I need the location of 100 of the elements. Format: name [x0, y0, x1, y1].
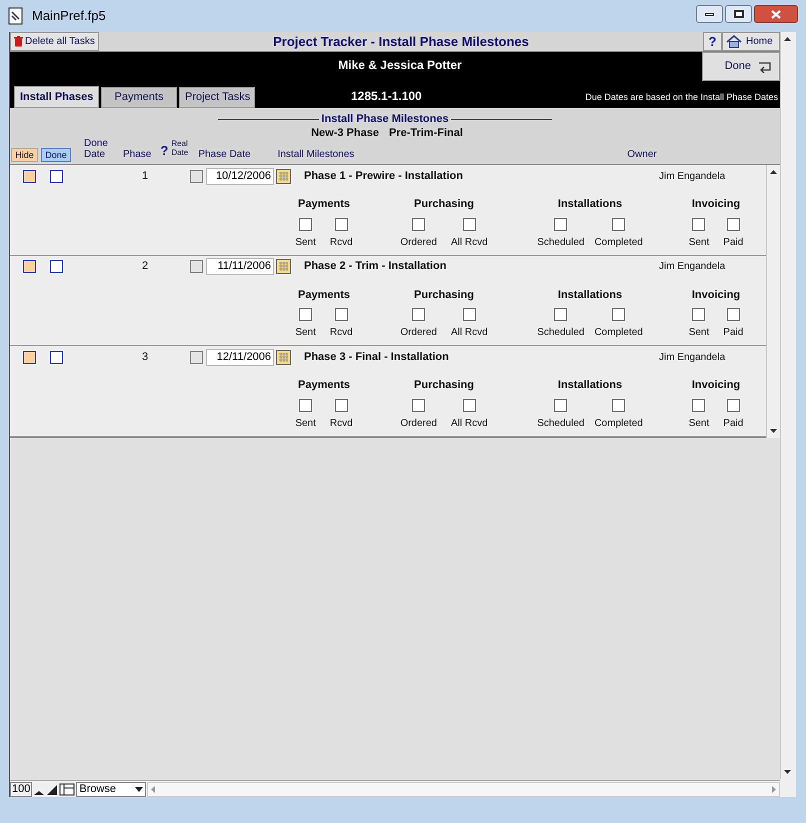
page-title: Project Tracker - Install Phase Milestones [272, 33, 530, 51]
tab[interactable]: Install Phases [14, 86, 99, 108]
milestone-label: Ordered [400, 236, 437, 250]
status-area-icon[interactable] [59, 782, 76, 796]
due-dates-note: Due Dates are based on the Install Phase Dates [585, 90, 779, 104]
maximize-button[interactable] [725, 5, 752, 23]
milestone-label: Ordered [400, 416, 437, 431]
hide-checkbox[interactable] [23, 260, 36, 274]
milestone-checkbox[interactable] [334, 398, 348, 412]
tab[interactable]: Project Tasks [179, 87, 255, 108]
milestone-checkbox[interactable] [334, 218, 348, 230]
milestone-checkbox[interactable] [726, 218, 740, 230]
milestone-checkbox[interactable] [462, 398, 476, 412]
calendar-icon[interactable] [276, 259, 291, 274]
milestone-label: Rcvd [330, 236, 353, 250]
milestone-checkbox[interactable] [412, 218, 426, 230]
dropdown-caret-icon [135, 786, 144, 792]
milestone-checkbox[interactable] [462, 218, 476, 230]
document-icon [8, 7, 24, 25]
milestone-label: Ordered [400, 326, 437, 340]
mode-dropdown[interactable]: Browse [76, 782, 146, 796]
milestone-label: All Rcvd [451, 236, 488, 250]
milestone-group-title: Installations [558, 378, 622, 394]
home-button[interactable]: Home [722, 32, 780, 51]
milestone-checkbox[interactable] [692, 308, 706, 322]
milestone-label: Sent [295, 416, 316, 431]
milestone-checkbox[interactable] [412, 308, 426, 322]
milestone-group-title: Purchasing [414, 197, 474, 212]
phase-date-field[interactable]: 10/12/2006 [206, 168, 274, 184]
done-date-header: Done Date [84, 138, 109, 162]
milestone-group-title: Invoicing [692, 378, 740, 394]
real-date-checkbox[interactable] [190, 350, 203, 364]
phase-date-header: Phase Date [198, 150, 251, 162]
milestone-checkbox[interactable] [726, 398, 740, 412]
help-button[interactable]: ? [703, 32, 722, 51]
client-name: Mike & Jessica Potter [337, 57, 463, 74]
milestone-label: Paid [723, 326, 744, 340]
milestone-label: All Rcvd [451, 326, 488, 340]
phase-number: 2 [140, 259, 150, 274]
milestone-group-title: Payments [298, 288, 350, 303]
phase-type: New-3 Phase [311, 126, 379, 140]
phase-number: 1 [140, 168, 150, 184]
window-title: MainPref.fp5 [32, 7, 106, 26]
milestone-checkbox[interactable] [554, 308, 568, 322]
phase-date-field[interactable]: 11/11/2006 [206, 258, 274, 276]
real-date-header: Real Date [171, 139, 190, 159]
done-checkbox[interactable] [50, 170, 63, 182]
done-checkbox[interactable] [50, 350, 63, 364]
hide-checkbox[interactable] [23, 170, 36, 182]
milestone-label: Rcvd [330, 326, 353, 340]
milestone-checkbox[interactable] [412, 398, 426, 412]
delete-all-tasks-button[interactable]: Delete all Tasks [10, 32, 99, 51]
milestone-checkbox[interactable] [299, 308, 312, 322]
tab[interactable]: Payments [101, 87, 177, 108]
milestone-group-title: Installations [558, 288, 622, 303]
done-checkbox[interactable] [50, 260, 63, 274]
help-icon-button[interactable]: ? [160, 146, 168, 162]
milestone-checkbox[interactable] [462, 308, 476, 322]
milestone-label: Completed [594, 416, 643, 431]
vertical-scrollbar[interactable] [766, 165, 780, 438]
install-milestones-header: Install Milestones [278, 150, 354, 162]
milestone-group-title: Invoicing [692, 197, 740, 212]
real-date-checkbox[interactable] [190, 260, 203, 274]
close-button[interactable] [754, 5, 798, 23]
phase-title: Phase 2 - Trim - Installation [304, 259, 448, 274]
minimize-button[interactable] [696, 5, 723, 23]
hide-header: Hide [11, 148, 38, 162]
milestone-checkbox[interactable] [612, 398, 626, 412]
milestone-checkbox[interactable] [554, 398, 568, 412]
phase-title: Phase 3 - Final - Installation [304, 350, 450, 366]
milestone-label: Completed [594, 326, 643, 340]
milestone-label: Sent [688, 236, 710, 250]
calendar-icon[interactable] [276, 350, 291, 365]
zoom-level[interactable]: 100 [10, 782, 32, 796]
real-date-checkbox[interactable] [190, 170, 203, 182]
vertical-scrollbar[interactable] [780, 32, 794, 779]
milestone-label: Sent [295, 326, 316, 340]
milestone-checkbox[interactable] [692, 218, 706, 230]
milestone-label: All Rcvd [451, 416, 488, 431]
milestone-label: Sent [688, 416, 710, 431]
milestone-checkbox[interactable] [299, 398, 312, 412]
hide-checkbox[interactable] [23, 350, 36, 364]
milestone-checkbox[interactable] [692, 398, 706, 412]
milestone-checkbox[interactable] [554, 218, 568, 230]
owner-name: Jim Engandela [659, 260, 726, 274]
milestone-checkbox[interactable] [334, 308, 348, 322]
calendar-icon[interactable] [276, 168, 291, 184]
milestone-label: Sent [688, 326, 710, 340]
phase-date-field[interactable]: 12/11/2006 [206, 348, 274, 366]
milestone-group-title: Payments [298, 197, 350, 212]
milestone-checkbox[interactable] [726, 308, 740, 322]
horizontal-scrollbar[interactable] [147, 782, 780, 796]
milestone-checkbox[interactable] [612, 218, 626, 230]
trash-icon [14, 36, 23, 47]
milestone-checkbox[interactable] [299, 218, 312, 230]
milestone-label: Paid [723, 416, 744, 431]
milestone-label: Rcvd [330, 416, 353, 431]
done-button[interactable]: Done [702, 52, 780, 81]
milestone-checkbox[interactable] [612, 308, 626, 322]
done-header: Done [41, 148, 71, 162]
